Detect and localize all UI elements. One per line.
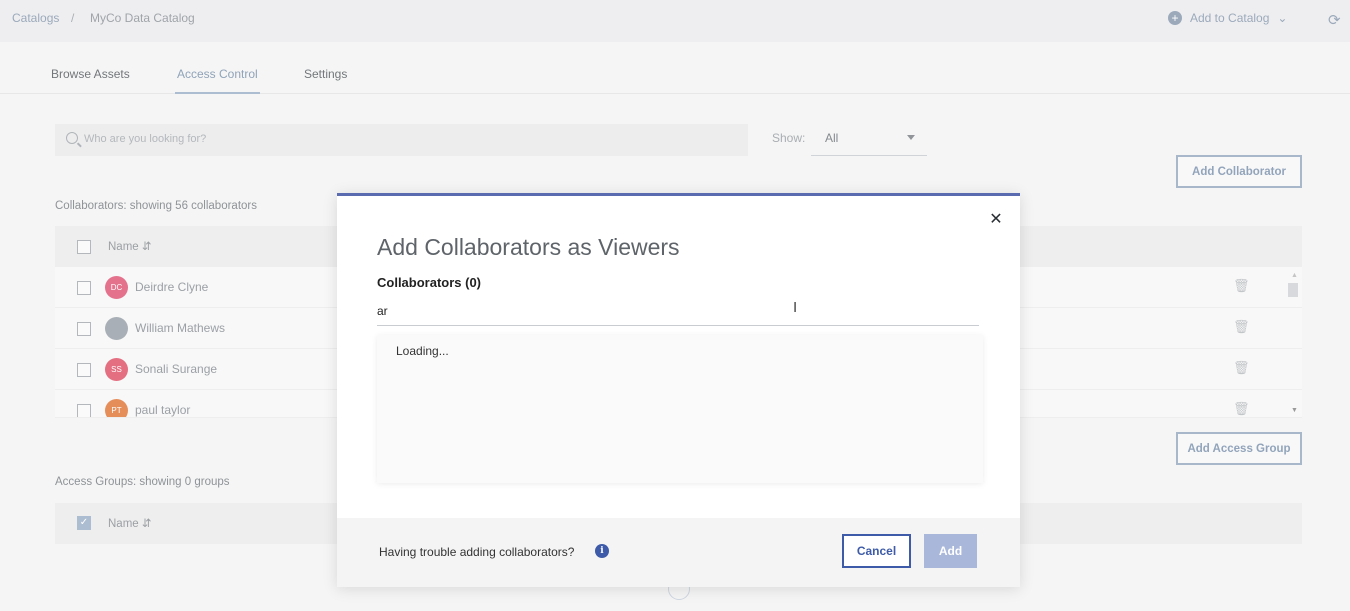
info-icon[interactable]: i [595, 544, 609, 558]
add-button[interactable]: Add [924, 534, 977, 568]
help-text: Having trouble adding collaborators? [379, 545, 575, 559]
search-results-dropdown: Loading... [377, 335, 983, 483]
loading-text: Loading... [396, 344, 449, 358]
text-cursor-icon: I [793, 299, 798, 316]
close-icon[interactable]: ✕ [988, 212, 1004, 228]
collaborator-search-input[interactable] [377, 297, 979, 326]
dialog-title: Add Collaborators as Viewers [377, 234, 680, 260]
cancel-button[interactable]: Cancel [842, 534, 911, 568]
add-collaborators-dialog: ✕ Add Collaborators as Viewers Collabora… [337, 193, 1020, 587]
dialog-footer: Having trouble adding collaborators? i C… [337, 518, 1020, 587]
collaborators-count-label: Collaborators (0) [377, 275, 482, 290]
